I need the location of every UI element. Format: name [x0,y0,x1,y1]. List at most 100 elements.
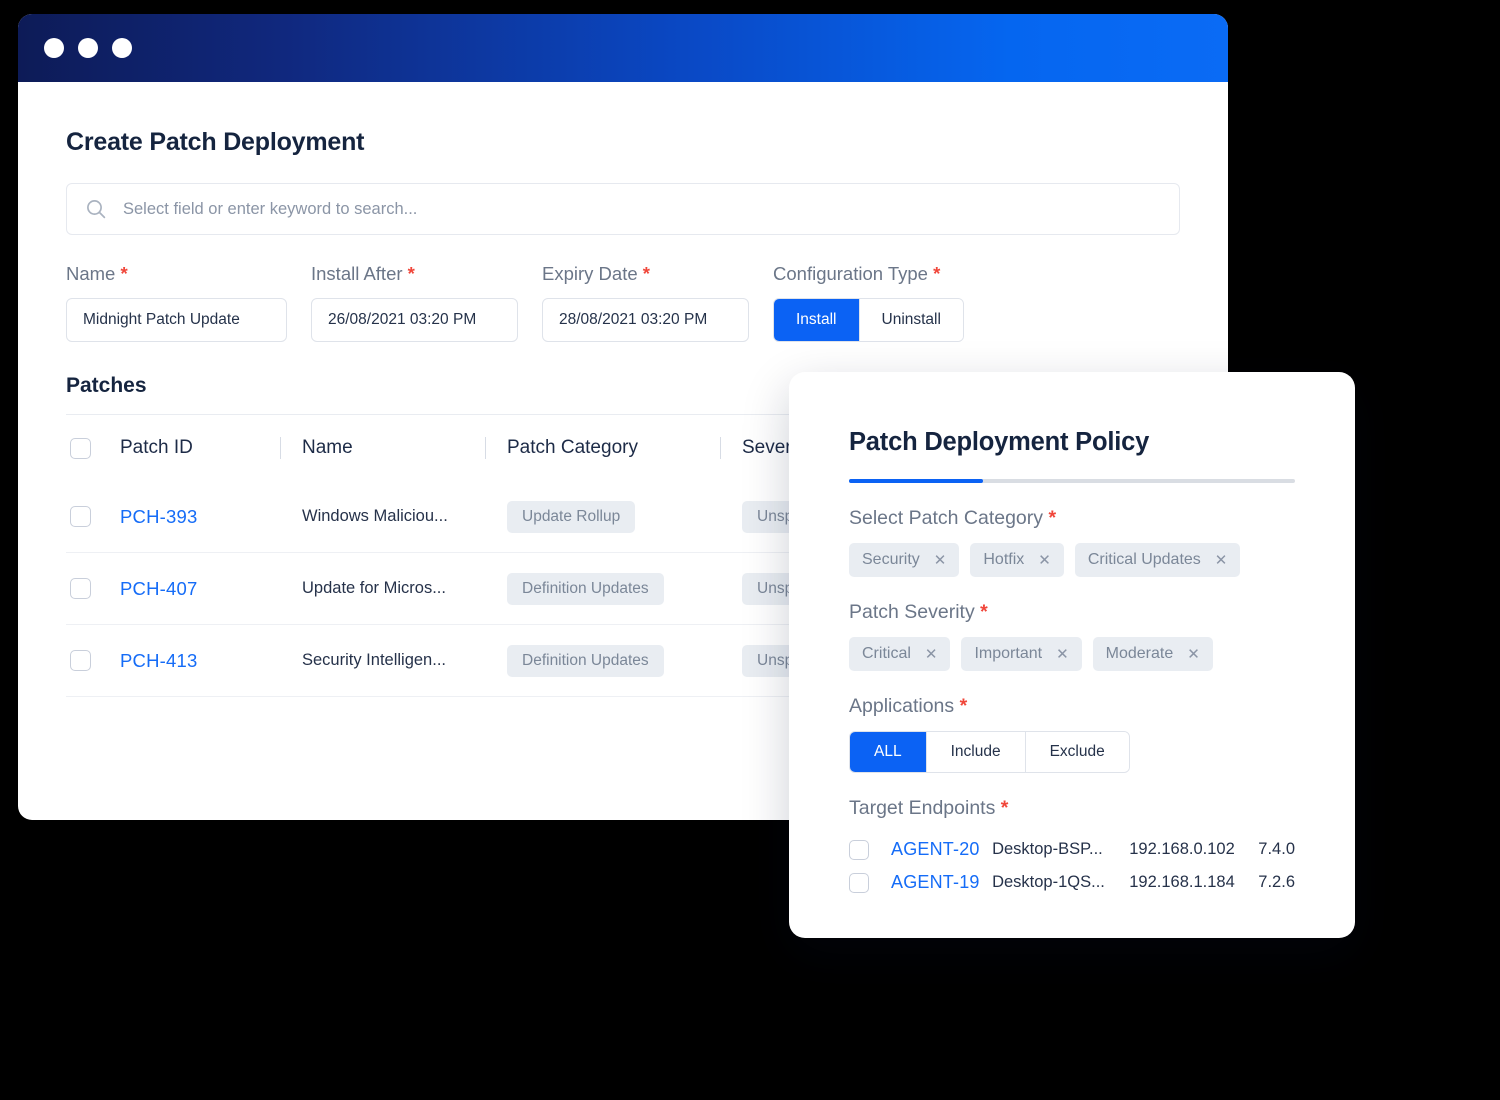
select-patch-category-label-text: Select Patch Category [849,507,1043,529]
field-install-after-label: Install After * [311,263,518,285]
select-patch-category-label: Select Patch Category * [849,507,1295,530]
required-asterisk: * [1001,797,1009,819]
close-dot[interactable] [44,38,64,58]
chip-security[interactable]: Security ✕ [849,543,959,577]
row-checkbox[interactable] [70,506,91,527]
required-asterisk: * [121,263,128,284]
column-header-patch-id[interactable]: Patch ID [120,437,302,459]
field-name-label-text: Name [66,263,115,284]
chip-critical-updates[interactable]: Critical Updates ✕ [1075,543,1241,577]
applications-option-exclude[interactable]: Exclude [1026,732,1129,772]
row-checkbox[interactable] [70,650,91,671]
name-input[interactable]: Midnight Patch Update [66,298,287,342]
cell-patch-id[interactable]: PCH-407 [120,578,302,600]
select-all-cell [66,438,120,459]
chip-remove-icon[interactable]: ✕ [1187,647,1200,662]
patch-severity-label-text: Patch Severity [849,601,975,623]
list-item[interactable]: AGENT-20 Desktop-BSP... 192.168.0.102 7.… [849,833,1295,866]
expiry-date-input[interactable]: 28/08/2021 03:20 PM [542,298,749,342]
search-icon [85,198,107,220]
endpoint-agent-id[interactable]: AGENT-20 [891,839,992,860]
cell-patch-category: Definition Updates [507,645,742,677]
endpoint-ip: 192.168.1.184 [1129,873,1258,892]
minimize-dot[interactable] [78,38,98,58]
field-expiry-date: Expiry Date * 28/08/2021 03:20 PM [542,263,749,342]
required-asterisk: * [960,695,968,717]
target-endpoints-list: AGENT-20 Desktop-BSP... 192.168.0.102 7.… [849,833,1295,899]
chip-remove-icon[interactable]: ✕ [1215,553,1228,568]
search-bar[interactable] [66,183,1180,235]
configuration-type-toggle: Install Uninstall [773,298,964,342]
chip-moderate[interactable]: Moderate ✕ [1093,637,1213,671]
list-item[interactable]: AGENT-19 Desktop-1QS... 192.168.1.184 7.… [849,866,1295,899]
field-configuration-type: Configuration Type * Install Uninstall [773,263,964,342]
chip-critical[interactable]: Critical ✕ [849,637,950,671]
field-configuration-type-label: Configuration Type * [773,263,964,285]
chip-hotfix[interactable]: Hotfix ✕ [970,543,1063,577]
window-titlebar [18,14,1228,82]
target-endpoints-label: Target Endpoints * [849,797,1295,820]
category-badge: Definition Updates [507,645,664,677]
chip-label: Critical [862,645,911,663]
endpoint-ip: 192.168.0.102 [1129,840,1258,859]
config-option-uninstall[interactable]: Uninstall [860,299,963,341]
endpoint-checkbox[interactable] [849,840,869,860]
row-select-cell [66,506,120,527]
chip-label: Moderate [1106,645,1174,663]
progress-underline [849,479,1295,483]
cell-name: Update for Micros... [302,579,507,598]
chip-remove-icon[interactable]: ✕ [925,647,938,662]
applications-label-text: Applications [849,695,954,717]
endpoint-hostname: Desktop-1QS... [992,873,1129,892]
page-title: Create Patch Deployment [66,128,1180,157]
patch-category-chips: Security ✕ Hotfix ✕ Critical Updates ✕ [849,543,1295,577]
row-select-cell [66,650,120,671]
chip-remove-icon[interactable]: ✕ [1038,553,1051,568]
field-name-label: Name * [66,263,287,285]
chip-label: Hotfix [983,551,1024,569]
required-asterisk: * [408,263,415,284]
cell-name: Windows Maliciou... [302,507,507,526]
chip-label: Important [974,645,1042,663]
cell-patch-category: Update Rollup [507,501,742,533]
category-badge: Definition Updates [507,573,664,605]
target-endpoints-label-text: Target Endpoints [849,797,995,819]
endpoint-agent-id[interactable]: AGENT-19 [891,872,992,893]
applications-option-all[interactable]: ALL [850,732,927,772]
applications-label: Applications * [849,695,1295,718]
config-option-install[interactable]: Install [774,299,860,341]
required-asterisk: * [980,601,988,623]
applications-toggle: ALL Include Exclude [849,731,1130,773]
search-input[interactable] [123,200,1161,219]
chip-important[interactable]: Important ✕ [961,637,1081,671]
applications-option-include[interactable]: Include [927,732,1026,772]
install-after-input[interactable]: 26/08/2021 03:20 PM [311,298,518,342]
column-header-patch-category[interactable]: Patch Category [507,437,742,459]
patch-severity-label: Patch Severity * [849,601,1295,624]
chip-label: Security [862,551,920,569]
column-header-name[interactable]: Name [302,437,507,459]
endpoint-checkbox[interactable] [849,873,869,893]
patch-deployment-policy-card: Patch Deployment Policy Select Patch Cat… [789,372,1355,938]
required-asterisk: * [643,263,650,284]
endpoint-version: 7.2.6 [1258,873,1295,892]
chip-remove-icon[interactable]: ✕ [1056,647,1069,662]
select-all-checkbox[interactable] [70,438,91,459]
field-name: Name * Midnight Patch Update [66,263,287,342]
cell-patch-id[interactable]: PCH-413 [120,650,302,672]
chip-remove-icon[interactable]: ✕ [934,553,947,568]
endpoint-hostname: Desktop-BSP... [992,840,1129,859]
deployment-form: Name * Midnight Patch Update Install Aft… [66,263,1180,342]
required-asterisk: * [1048,507,1056,529]
card-title: Patch Deployment Policy [849,428,1295,457]
field-install-after: Install After * 26/08/2021 03:20 PM [311,263,518,342]
patch-severity-chips: Critical ✕ Important ✕ Moderate ✕ [849,637,1295,671]
field-expiry-date-label: Expiry Date * [542,263,749,285]
row-checkbox[interactable] [70,578,91,599]
maximize-dot[interactable] [112,38,132,58]
cell-patch-category: Definition Updates [507,573,742,605]
row-select-cell [66,578,120,599]
cell-patch-id[interactable]: PCH-393 [120,506,302,528]
cell-name: Security Intelligen... [302,651,507,670]
field-install-after-label-text: Install After [311,263,403,284]
